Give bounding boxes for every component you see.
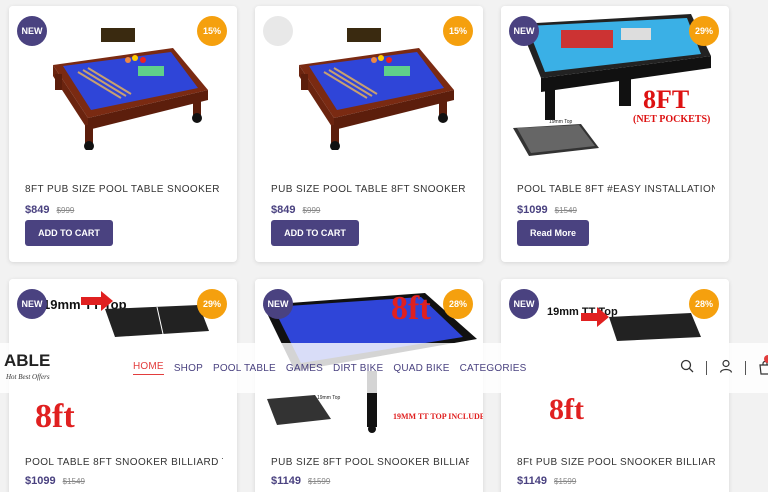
old-price: $999 <box>302 206 321 215</box>
new-badge: NEW <box>17 289 47 319</box>
logo-text: ABLE <box>4 351 51 370</box>
current-price: $849 <box>25 204 50 216</box>
size-label: 8ft <box>391 290 431 327</box>
product-price: $1149 $1599 <box>517 475 576 487</box>
old-price: $999 <box>56 206 75 215</box>
current-price: $849 <box>271 204 296 216</box>
discount-badge: 28% <box>443 289 473 319</box>
cart-count-badge <box>764 355 768 363</box>
product-title[interactable]: PUB SIZE POOL TABLE 8FT SNOOKER BI... <box>271 184 469 195</box>
menu-item-pool-table[interactable]: POOL TABLE <box>213 363 276 374</box>
read-more-button[interactable]: Read More <box>517 220 589 246</box>
feature-label: 19MM TT TOP INCLUDED <box>393 412 483 421</box>
tt-label: 19mm Top <box>549 119 572 125</box>
new-badge: NEW <box>509 16 539 46</box>
product-title[interactable]: 8FT PUB SIZE POOL TABLE SNOOKER BI... <box>25 184 223 195</box>
size-label: 8ft <box>549 393 584 426</box>
old-price: $1599 <box>308 477 331 486</box>
size-label: 8ft <box>35 398 75 435</box>
main-menu: HOME SHOP POOL TABLE GAMES DIRT BIKE QUA… <box>133 343 536 393</box>
discount-badge: 29% <box>197 289 227 319</box>
tt-label: 19mm Top <box>317 395 340 401</box>
discount-badge: 29% <box>689 16 719 46</box>
search-icon[interactable] <box>680 359 694 378</box>
header-actions <box>680 343 768 393</box>
sticky-navbar: ABLE Hot Best Offers HOME SHOP POOL TABL… <box>0 343 768 393</box>
product-price: $849 $999 <box>25 204 74 216</box>
discount-badge: 15% <box>197 16 227 46</box>
product-title[interactable]: PUB SIZE 8FT POOL SNOOKER BILLIAR... <box>271 457 469 468</box>
product-title[interactable]: POOL TABLE 8FT #EASY INSTALLATION... <box>517 184 715 195</box>
feature-label: (NET POCKETS) <box>633 114 710 125</box>
menu-item-games[interactable]: GAMES <box>286 363 323 374</box>
divider <box>706 361 707 375</box>
site-logo[interactable]: ABLE Hot Best Offers <box>0 347 56 387</box>
menu-item-home[interactable]: HOME <box>133 361 164 375</box>
cart-icon[interactable] <box>758 355 768 375</box>
product-card[interactable]: NEW 15% PUB SIZE POOL TABLE 8FT SNOOKER … <box>255 6 483 262</box>
pool-table-image <box>53 28 208 150</box>
old-price: $1549 <box>554 206 577 215</box>
logo-tagline: Hot Best Offers <box>6 373 50 381</box>
new-badge: NEW <box>263 16 293 46</box>
menu-item-dirt-bike[interactable]: DIRT BIKE <box>333 363 383 374</box>
new-badge: NEW <box>263 289 293 319</box>
new-badge: NEW <box>509 289 539 319</box>
current-price: $1099 <box>25 475 56 487</box>
menu-item-categories[interactable]: CATEGORIES <box>460 363 527 374</box>
product-card[interactable]: NEW 29% 8FT (NET POCKETS) 19mm Top POOL … <box>501 6 729 262</box>
product-price: $1099 $1549 <box>25 475 85 487</box>
product-image[interactable]: NEW 15% <box>9 6 237 164</box>
product-price: $849 $999 <box>271 204 320 216</box>
product-image[interactable]: NEW 29% 8FT (NET POCKETS) 19mm Top <box>501 6 729 164</box>
menu-item-shop[interactable]: SHOP <box>174 363 203 374</box>
product-price: $1149 $1599 <box>271 475 330 487</box>
add-to-cart-button[interactable]: ADD TO CART <box>25 220 113 246</box>
user-icon[interactable] <box>719 359 733 378</box>
new-badge: NEW <box>17 16 47 46</box>
product-card[interactable]: NEW 15% 8FT PUB SIZE POOL TABLE SNOOKER … <box>9 6 237 262</box>
pool-table-image <box>299 28 454 150</box>
old-price: $1599 <box>554 477 577 486</box>
size-label: 8FT <box>643 85 689 114</box>
product-image[interactable]: NEW 15% <box>255 6 483 164</box>
current-price: $1099 <box>517 204 548 216</box>
product-title[interactable]: 8Ft PUB SIZE POOL SNOOKER BILLIARD... <box>517 457 715 468</box>
discount-badge: 15% <box>443 16 473 46</box>
product-grid: NEW 15% 8FT PUB SIZE POOL TABLE SNOOKER … <box>0 0 768 492</box>
product-price: $1099 $1549 <box>517 204 577 216</box>
divider <box>745 361 746 375</box>
add-to-cart-button[interactable]: ADD TO CART <box>271 220 359 246</box>
old-price: $1549 <box>62 477 85 486</box>
current-price: $1149 <box>271 475 301 487</box>
discount-badge: 28% <box>689 289 719 319</box>
product-title[interactable]: POOL TABLE 8FT SNOOKER BILLIARD T... <box>25 457 223 468</box>
menu-item-quad-bike[interactable]: QUAD BIKE <box>393 363 449 374</box>
current-price: $1149 <box>517 475 547 487</box>
